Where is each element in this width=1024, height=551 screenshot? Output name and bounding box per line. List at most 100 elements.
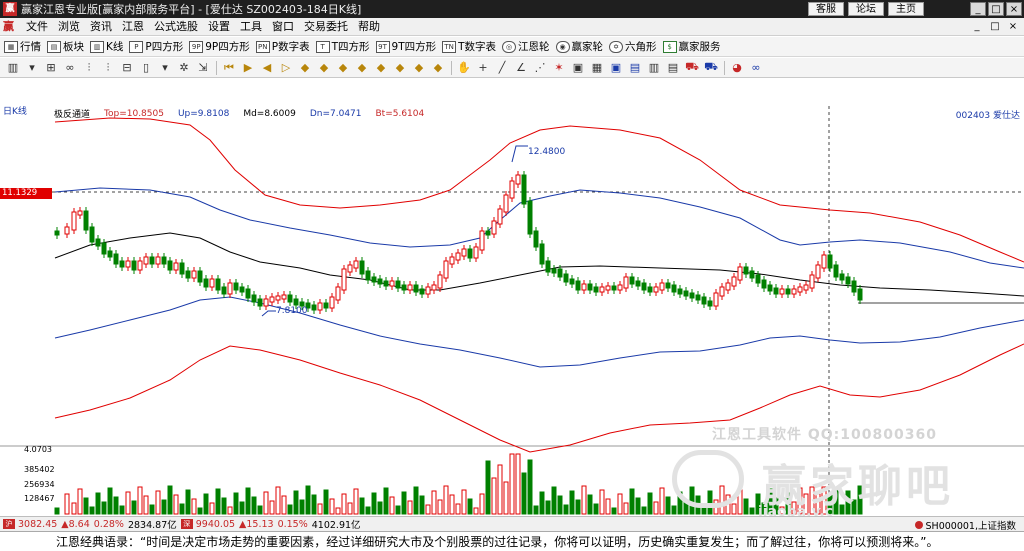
volume-bar xyxy=(461,489,467,515)
infinity-icon[interactable]: ∞ xyxy=(747,60,765,76)
diamond2-icon[interactable]: ◆ xyxy=(315,60,333,76)
candle-body xyxy=(389,280,395,287)
link-service[interactable]: 客服 xyxy=(808,2,844,16)
image-icon[interactable]: ▣ xyxy=(607,60,625,76)
toolbar-9p-square-button[interactable]: 9P 9P四方形 xyxy=(189,39,250,54)
first-icon[interactable]: ⏮ xyxy=(220,60,238,76)
link-home[interactable]: 主页 xyxy=(888,2,924,16)
candle-body xyxy=(575,280,581,291)
candle-body xyxy=(533,230,539,248)
maximize-button[interactable]: □ xyxy=(988,2,1004,16)
candle-body xyxy=(377,278,383,285)
split-icon[interactable]: ⊟ xyxy=(118,60,136,76)
volume-bar xyxy=(293,490,299,515)
columns-icon[interactable]: ▥ xyxy=(645,60,663,76)
dropdown-arrow-icon[interactable]: ▾ xyxy=(23,60,41,76)
candle-body xyxy=(605,285,611,291)
candle-body xyxy=(323,302,329,309)
mdi-close-button[interactable]: × xyxy=(1006,20,1020,34)
menu-file[interactable]: 文件 xyxy=(21,19,53,35)
minimize-button[interactable]: _ xyxy=(970,2,986,16)
toolbar-service-button[interactable]: $ 赢家服务 xyxy=(662,39,721,54)
angle-icon[interactable]: ∠ xyxy=(512,60,530,76)
diamond4-icon[interactable]: ◆ xyxy=(353,60,371,76)
candle-body xyxy=(773,287,779,295)
diamond6-icon[interactable]: ◆ xyxy=(391,60,409,76)
grid-draw-icon[interactable]: ▦ xyxy=(588,60,606,76)
candle-body xyxy=(383,280,389,287)
colors-icon[interactable]: ◕ xyxy=(728,60,746,76)
menu-tools[interactable]: 工具 xyxy=(235,19,267,35)
save-icon[interactable]: ▤ xyxy=(626,60,644,76)
diamond3-icon[interactable]: ◆ xyxy=(334,60,352,76)
cycle-icon[interactable]: ∞ xyxy=(61,60,79,76)
bar-icon[interactable]: ⫶ xyxy=(80,60,98,76)
candle-body xyxy=(95,238,101,247)
menu-browse[interactable]: 浏览 xyxy=(53,19,85,35)
back-icon[interactable]: ◀ xyxy=(258,60,276,76)
diamond1-icon[interactable]: ◆ xyxy=(296,60,314,76)
candle-body xyxy=(713,292,719,307)
menu-window[interactable]: 窗口 xyxy=(267,19,299,35)
candle-icon[interactable]: ▯ xyxy=(137,60,155,76)
candle-body xyxy=(263,298,269,307)
candle-body xyxy=(731,276,737,287)
bar2-icon[interactable]: ⫶ xyxy=(99,60,117,76)
doc-icon[interactable]: ▤ xyxy=(664,60,682,76)
candle-body xyxy=(161,256,167,265)
candle-body xyxy=(569,278,575,285)
volume-bar xyxy=(323,489,329,515)
play-icon[interactable]: ▶ xyxy=(239,60,257,76)
toolbar-p-table-button[interactable]: PN P数字表 xyxy=(255,39,310,54)
diamond5-icon[interactable]: ◆ xyxy=(372,60,390,76)
pattern-icon[interactable]: ⊞ xyxy=(42,60,60,76)
diamond7-icon[interactable]: ◆ xyxy=(410,60,428,76)
fan-icon[interactable]: ⋰ xyxy=(531,60,549,76)
toolbar-separator xyxy=(724,60,725,75)
box-icon[interactable]: ▣ xyxy=(569,60,587,76)
menu-help[interactable]: 帮助 xyxy=(353,19,385,35)
candle-body xyxy=(707,300,713,307)
volume-bar xyxy=(575,499,581,515)
volume-bar xyxy=(54,507,60,515)
sz-index-change: ▲15.13 xyxy=(239,518,274,530)
layout-icon[interactable]: ▥ xyxy=(4,60,22,76)
index-selector[interactable]: SH000001,上证指数 xyxy=(914,518,1016,532)
diamond8-icon[interactable]: ◆ xyxy=(429,60,447,76)
toolbar-t-table-button[interactable]: TN T数字表 xyxy=(442,39,496,54)
candle-body xyxy=(245,288,251,299)
hand-icon[interactable]: ✋ xyxy=(455,60,473,76)
toolbar-t-square-button[interactable]: T T四方形 xyxy=(315,39,370,54)
toolbar-quotes-button[interactable]: ▦ 行情 xyxy=(4,39,41,54)
toolbar-gann-wheel-button[interactable]: ◎ 江恩轮 xyxy=(502,39,550,54)
close-button[interactable]: × xyxy=(1006,2,1022,16)
mdi-restore-button[interactable]: □ xyxy=(988,20,1002,34)
crosshair-icon[interactable]: + xyxy=(474,60,492,76)
toolbar-hexagon-button[interactable]: ✡ 六角形 xyxy=(609,39,657,54)
volume-bar xyxy=(527,459,533,515)
menu-formula[interactable]: 公式选股 xyxy=(149,19,203,35)
menu-settings[interactable]: 设置 xyxy=(203,19,235,35)
menu-trade[interactable]: 交易委托 xyxy=(299,19,353,35)
menu-gann[interactable]: 江恩 xyxy=(117,19,149,35)
expand-icon[interactable]: ⇲ xyxy=(194,60,212,76)
toolbar-sector-button[interactable]: ▤ 板块 xyxy=(47,39,84,54)
color-fan-icon[interactable]: ✶ xyxy=(550,60,568,76)
toolbar-kline-button[interactable]: ▥ K线 xyxy=(90,39,123,54)
line-icon[interactable]: ╱ xyxy=(493,60,511,76)
toolbar-9t-square-button[interactable]: 9T 9T四方形 xyxy=(375,39,436,54)
settings-icon[interactable]: ✲ xyxy=(175,60,193,76)
candle-body xyxy=(749,270,755,279)
menu-info[interactable]: 资讯 xyxy=(85,19,117,35)
candle-body xyxy=(353,260,359,269)
mdi-minimize-button[interactable]: _ xyxy=(970,20,984,34)
candle-body xyxy=(371,276,377,283)
toolbar-p-square-button[interactable]: P P四方形 xyxy=(129,39,183,54)
car-icon[interactable]: ⛟ xyxy=(683,60,701,76)
candle-body xyxy=(803,284,809,291)
next-icon[interactable]: ▷ xyxy=(277,60,295,76)
link-forum[interactable]: 论坛 xyxy=(848,2,884,16)
truck-icon[interactable]: ⛟ xyxy=(702,60,720,76)
dropdown2-arrow-icon[interactable]: ▾ xyxy=(156,60,174,76)
toolbar-winner-wheel-button[interactable]: ◉ 赢家轮 xyxy=(555,39,603,54)
